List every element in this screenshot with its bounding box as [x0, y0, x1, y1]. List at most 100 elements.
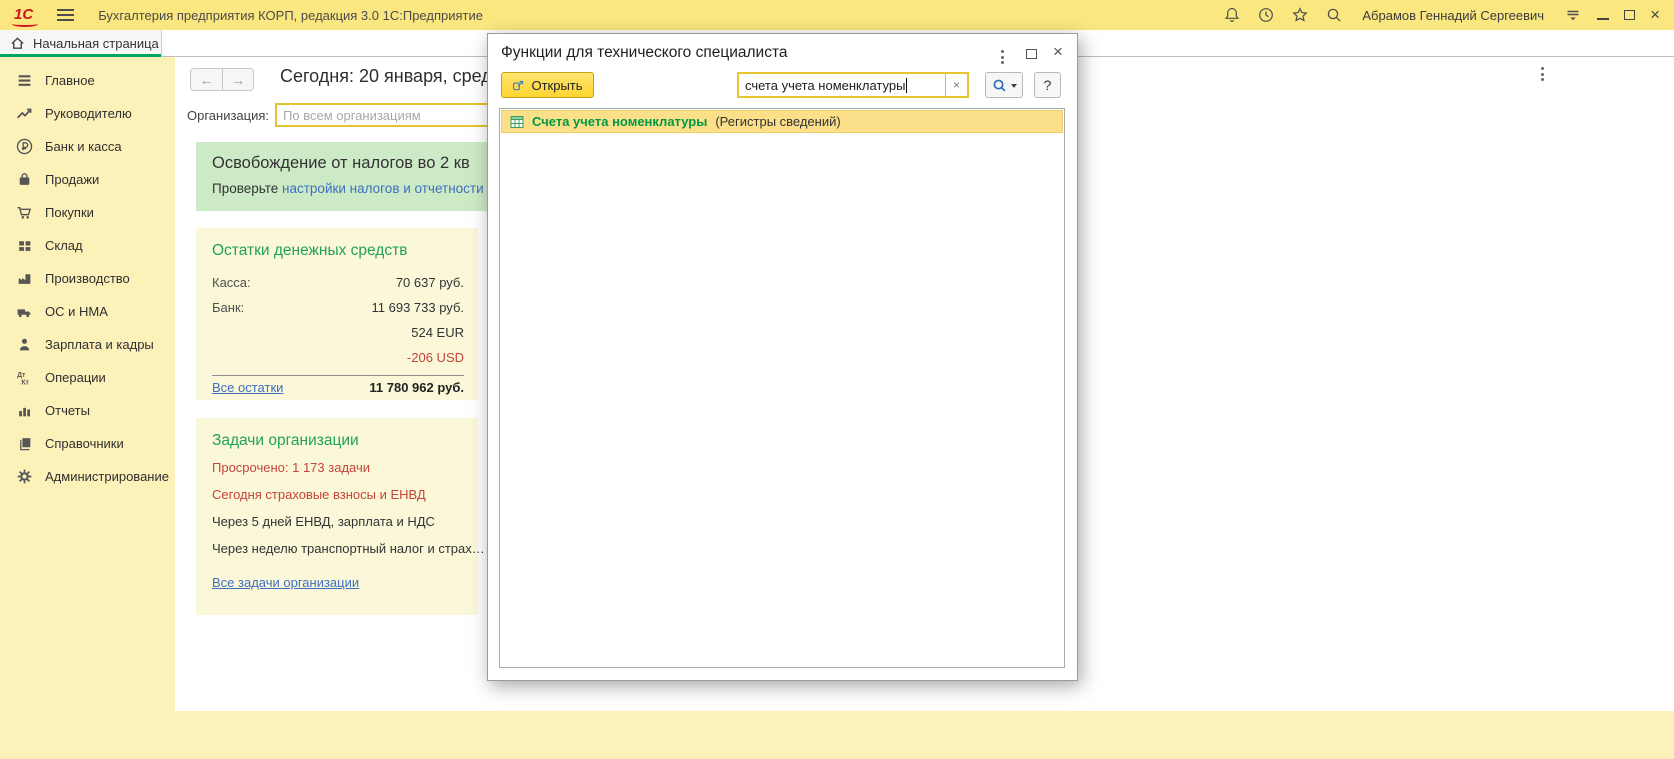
result-type: (Регистры сведений): [715, 114, 840, 129]
sidebar-item-glavnoe[interactable]: Главное: [0, 64, 175, 97]
1c-logo: 1С: [14, 6, 33, 25]
sidebar-item-label: ОС и НМА: [45, 304, 108, 319]
tech-specialist-functions-dialog: Функции для технического специалиста × О…: [487, 33, 1078, 681]
task-line-today[interactable]: Сегодня страховые взносы и ЕНВД: [212, 487, 464, 502]
sidebar-item-administrirovanie[interactable]: Администрирование: [0, 460, 175, 493]
sidebar-item-pokupki[interactable]: Покупки: [0, 196, 175, 229]
task-line-overdue[interactable]: Просрочено: 1 173 задачи: [212, 460, 464, 475]
functions-list: Счета учета номенклатуры (Регистры сведе…: [499, 108, 1065, 668]
maximize-button[interactable]: [1624, 10, 1635, 20]
barchart-icon: [16, 402, 33, 419]
tax-settings-link[interactable]: настройки налогов и отчетности: [282, 181, 484, 196]
all-tasks-link[interactable]: Все задачи организации: [212, 575, 359, 590]
dialog-menu-kebab-icon[interactable]: [998, 47, 1007, 67]
task-line-5days[interactable]: Через 5 дней ЕНВД, зарплата и НДС: [212, 514, 464, 529]
clear-search-icon[interactable]: ×: [945, 74, 967, 96]
global-search-icon[interactable]: [1324, 6, 1343, 25]
search-input[interactable]: счета учета номенклатуры ×: [737, 72, 969, 98]
sidebar-item-bank-i-kassa[interactable]: Банк и касса: [0, 130, 175, 163]
gear-icon: [16, 468, 33, 485]
books-icon: [16, 435, 33, 452]
sidebar-item-otchety[interactable]: Отчеты: [0, 394, 175, 427]
home-icon: [10, 36, 25, 51]
sidebar-item-label: Руководителю: [45, 106, 132, 121]
sidebar-item-label: Покупки: [45, 205, 94, 220]
cash-row-value: -206 USD: [407, 350, 464, 365]
dialog-maximize-button[interactable]: [1026, 49, 1037, 59]
sidebar-item-os-i-nma[interactable]: ОС и НМА: [0, 295, 175, 328]
dialog-close-button[interactable]: ×: [1053, 42, 1063, 62]
sidebar-item-sklad[interactable]: Склад: [0, 229, 175, 262]
search-input-value: счета учета номенклатуры: [739, 78, 905, 93]
sidebar-item-label: Отчеты: [45, 403, 90, 418]
notifications-bell-icon[interactable]: [1222, 6, 1241, 25]
tab-home-label: Начальная страница: [33, 36, 159, 51]
tasks-card-title: Задачи организации: [212, 432, 464, 450]
service-menu-icon[interactable]: [1563, 6, 1582, 25]
dtkt-icon: ДтКт: [16, 369, 33, 386]
list-item-selected[interactable]: Счета учета номенклатуры (Регистры сведе…: [501, 110, 1063, 133]
truck-icon: [16, 303, 33, 320]
ruble-icon: [16, 138, 33, 155]
grid-icon: [16, 237, 33, 254]
trend-icon: [16, 105, 33, 122]
cash-row-bank: Банк: 11 693 733 руб.: [212, 295, 464, 320]
cash-total: 11 780 962 руб.: [369, 380, 464, 395]
form-menu-kebab-icon[interactable]: [1538, 64, 1547, 84]
tax-exemption-banner: Освобождение от налогов во 2 кв Проверьт…: [196, 142, 526, 211]
dropdown-arrow-icon: [1011, 84, 1017, 91]
cash-row-kassa: Касса: 70 637 руб.: [212, 270, 464, 295]
cash-row-label: Касса:: [212, 275, 251, 290]
sidebar-item-label: Склад: [45, 238, 83, 253]
result-name: Счета учета номенклатуры: [532, 114, 707, 129]
cash-row-value: 70 637 руб.: [396, 275, 464, 290]
sidebar-item-label: Главное: [45, 73, 95, 88]
history-nav-buttons: ← →: [190, 68, 254, 91]
cash-row-usd: -206 USD: [212, 345, 464, 370]
back-button[interactable]: ←: [191, 69, 222, 90]
info-register-table-icon: [510, 115, 524, 129]
person-icon: [16, 336, 33, 353]
sidebar-item-zarplata-i-kadry[interactable]: Зарплата и кадры: [0, 328, 175, 361]
cash-row-value: 11 693 733 руб.: [372, 300, 465, 315]
banner-title: Освобождение от налогов во 2 кв: [212, 154, 510, 173]
forward-button[interactable]: →: [222, 69, 253, 90]
help-button[interactable]: ?: [1034, 72, 1061, 98]
sidebar-item-label: Справочники: [45, 436, 124, 451]
sidebar-item-operacii[interactable]: ДтКт Операции: [0, 361, 175, 394]
window-title: Бухгалтерия предприятия КОРП, редакция 3…: [98, 8, 483, 23]
svg-text:Дт: Дт: [17, 372, 26, 379]
main-menu-icon[interactable]: [57, 9, 74, 21]
today-heading: Сегодня: 20 января, среда: [280, 66, 502, 87]
factory-icon: [16, 270, 33, 287]
open-button-label: Открыть: [531, 78, 582, 93]
minimize-button[interactable]: [1597, 10, 1609, 20]
organization-input[interactable]: [275, 103, 521, 127]
organization-row: Организация:: [187, 103, 521, 127]
sidebar-item-label: Продажи: [45, 172, 99, 187]
history-icon[interactable]: [1256, 6, 1275, 25]
all-balances-link[interactable]: Все остатки: [212, 380, 283, 395]
cash-row-label: Банк:: [212, 300, 244, 315]
magnifier-icon: [992, 78, 1007, 93]
close-button[interactable]: ×: [1650, 10, 1660, 20]
open-button[interactable]: Открыть: [501, 72, 594, 98]
sidebar-item-spravochniki[interactable]: Справочники: [0, 427, 175, 460]
sidebar-item-label: Администрирование: [45, 469, 169, 484]
bag-icon: [16, 171, 33, 188]
sidebar-item-prodazhi[interactable]: Продажи: [0, 163, 175, 196]
organization-label: Организация:: [187, 108, 269, 123]
tab-home[interactable]: Начальная страница: [0, 30, 162, 57]
sidebar-item-proizvodstvo[interactable]: Производство: [0, 262, 175, 295]
banner-text: Проверьте: [212, 181, 282, 196]
section-sidebar: Главное Руководителю Банк и касса Продаж…: [0, 57, 175, 759]
search-button[interactable]: [985, 72, 1023, 98]
task-line-week[interactable]: Через неделю транспортный налог и страх…: [212, 541, 464, 556]
menu-icon: [16, 72, 33, 89]
cash-card-title: Остатки денежных средств: [212, 242, 464, 260]
favorites-star-icon[interactable]: [1290, 6, 1309, 25]
current-user[interactable]: Абрамов Геннадий Сергеевич: [1362, 8, 1544, 23]
cash-balance-card: Остатки денежных средств Касса: 70 637 р…: [196, 228, 478, 400]
sidebar-item-rukovoditelyu[interactable]: Руководителю: [0, 97, 175, 130]
sidebar-item-label: Банк и касса: [45, 139, 122, 154]
